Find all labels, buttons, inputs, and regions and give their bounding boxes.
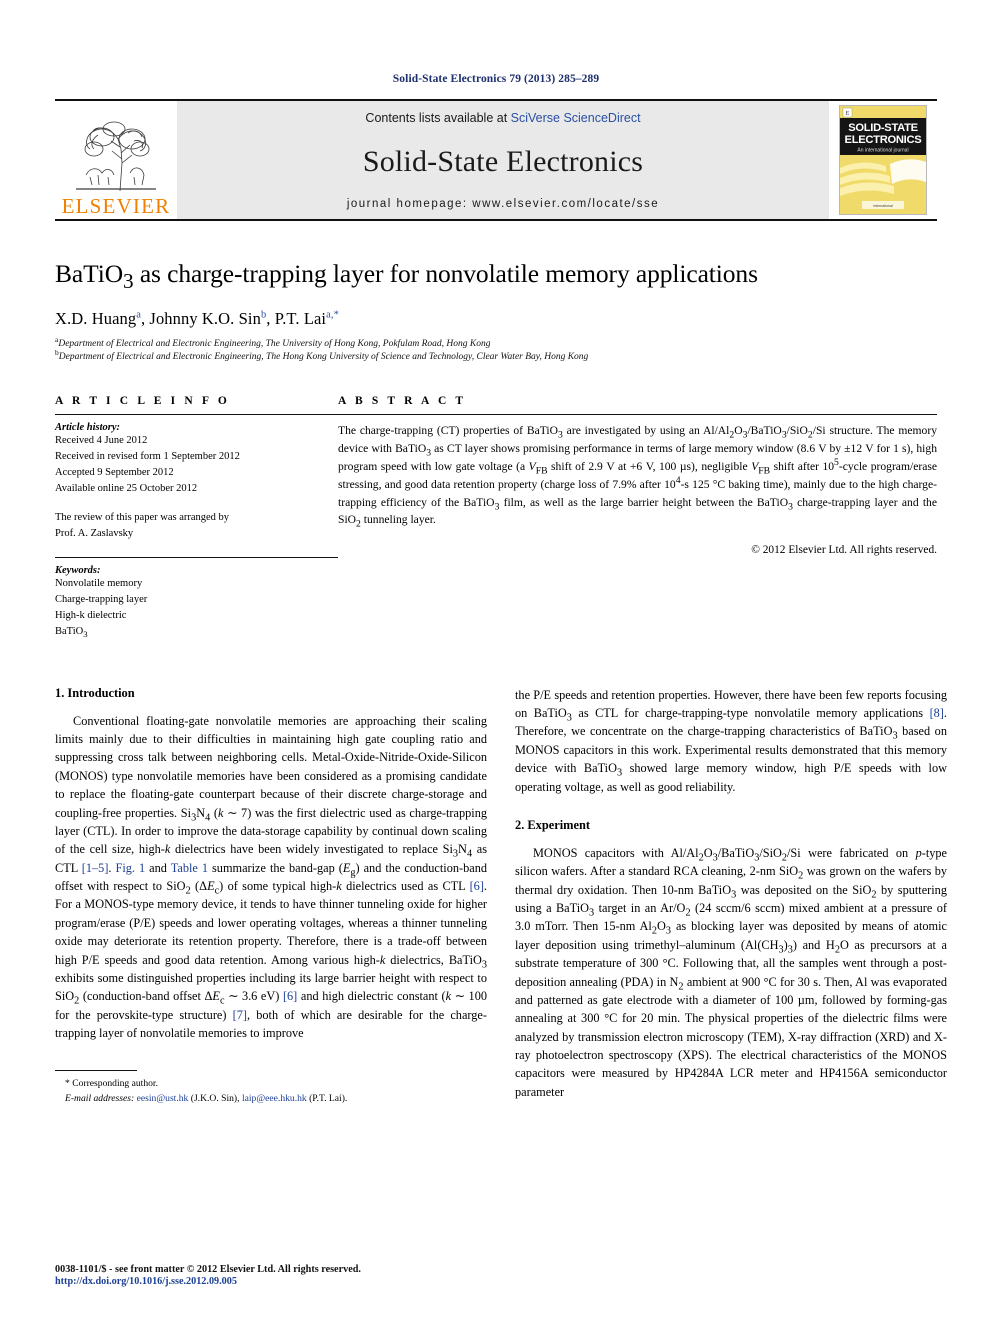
paragraph-experiment: MONOS capacitors with Al/Al2O3/BaTiO3/Si… — [515, 845, 947, 1099]
author-list: X.D. Huanga, Johnny K.O. Sinb, P.T. Laia… — [55, 309, 937, 329]
email-label: E-mail addresses: — [65, 1092, 135, 1104]
keyword-item: BaTiO3 — [55, 625, 88, 639]
svg-text:SOLID-STATE: SOLID-STATE — [848, 122, 918, 134]
sciencedirect-link[interactable]: SciVerse ScienceDirect — [511, 111, 641, 125]
article-info-column: A R T I C L E I N F O Article history: R… — [55, 395, 338, 640]
title-pre: BaTiO — [55, 259, 124, 288]
cover-artwork: E SOLID-STATE ELECTRONICS An internation… — [840, 106, 926, 214]
abstract-heading: A B S T R A C T — [338, 395, 467, 408]
email-owner-1: (J.K.O. Sin), — [188, 1092, 242, 1104]
title-sub: 3 — [123, 269, 134, 294]
body-columns: 1. Introduction Conventional floating-ga… — [55, 686, 947, 1107]
review-note-line1: The review of this paper was arranged by — [55, 511, 230, 523]
divider — [55, 414, 338, 416]
info-abstract-row: A R T I C L E I N F O Article history: R… — [55, 395, 937, 640]
divider — [55, 556, 338, 558]
paper-page: Solid-State Electronics 79 (2013) 285–28… — [0, 0, 992, 1323]
abstract-column: A B S T R A C T The charge-trapping (CT)… — [338, 395, 937, 640]
email-link-1[interactable]: eesin@ust.hk — [137, 1093, 189, 1104]
citation-ref[interactable]: [7] — [233, 1008, 247, 1022]
contents-available-line: Contents lists available at SciVerse Sci… — [365, 111, 640, 125]
body-column-right: the P/E speeds and retention properties.… — [515, 686, 947, 1107]
affiliation-list: aDepartment of Electrical and Electronic… — [55, 335, 937, 366]
email-link-2[interactable]: laip@eee.hku.hk — [242, 1093, 307, 1104]
review-note-line2: Prof. A. Zaslavsky — [55, 527, 134, 539]
journal-title: Solid-State Electronics — [362, 144, 644, 178]
cover-image: E SOLID-STATE ELECTRONICS An internation… — [839, 105, 927, 215]
article-history-label: Article history: — [55, 422, 121, 434]
divider — [338, 414, 937, 416]
citation-ref[interactable]: [6] — [470, 879, 484, 893]
journal-band: Contents lists available at SciVerse Sci… — [177, 101, 829, 219]
title-block: BaTiO3 as charge-trapping layer for nonv… — [55, 259, 937, 365]
email-addresses-note: E-mail addresses: eesin@ust.hk (J.K.O. S… — [65, 1092, 487, 1106]
author-name: Johnny K.O. Sin — [149, 308, 261, 328]
keyword-item: High-k dielectric — [55, 609, 127, 621]
page-title: BaTiO3 as charge-trapping layer for nonv… — [55, 259, 937, 294]
svg-text:international: international — [873, 204, 893, 208]
paragraph-introduction-continued: the P/E speeds and retention properties.… — [515, 687, 947, 794]
author-name: P.T. Lai — [274, 308, 327, 328]
abstract-copyright: © 2012 Elsevier Ltd. All rights reserved… — [751, 544, 937, 557]
keywords-label: Keywords: — [55, 564, 101, 576]
keyword-item: Charge-trapping layer — [55, 593, 148, 605]
author-sep: , — [266, 308, 275, 328]
table-ref-link[interactable]: Table 1 — [171, 861, 208, 875]
journal-homepage-link[interactable]: journal homepage: www.elsevier.com/locat… — [347, 198, 659, 210]
history-item: Received 4 June 2012 — [55, 435, 148, 447]
body-column-left: 1. Introduction Conventional floating-ga… — [55, 686, 487, 1107]
article-info-heading: A R T I C L E I N F O — [55, 395, 230, 408]
contents-prefix: Contents lists available at — [365, 111, 511, 125]
section-heading-introduction: 1. Introduction — [55, 685, 135, 700]
figure-ref-link[interactable]: Fig. 1 — [116, 861, 146, 875]
history-item: Received in revised form 1 September 201… — [55, 451, 240, 463]
footnote-divider — [55, 1070, 137, 1072]
elsevier-tree-icon — [76, 121, 156, 192]
affiliation-item: aDepartment of Electrical and Electronic… — [55, 335, 937, 352]
journal-cover-thumbnail: E SOLID-STATE ELECTRONICS An internation… — [829, 101, 937, 219]
section-heading-experiment: 2. Experiment — [515, 817, 591, 832]
journal-masthead: ELSEVIER Contents lists available at Sci… — [55, 99, 937, 221]
affiliation-text: Department of Electrical and Electronic … — [58, 338, 491, 349]
title-post: as charge-trapping layer for nonvolatile… — [133, 259, 758, 288]
footer-doi-link[interactable]: http://dx.doi.org/10.1016/j.sse.2012.09.… — [55, 1276, 555, 1287]
elsevier-logo: ELSEVIER — [55, 101, 177, 219]
corresponding-author-note: * Corresponding author. — [65, 1078, 158, 1090]
email-owner-2: (P.T. Lai). — [306, 1092, 348, 1104]
citation-ref[interactable]: [1–5] — [82, 861, 109, 875]
elsevier-wordmark: ELSEVIER — [61, 194, 171, 218]
keyword-item: Nonvolatile memory — [55, 577, 143, 589]
footer-copyright-line: 0038-1101/$ - see front matter © 2012 El… — [55, 1264, 361, 1275]
abstract-text: The charge-trapping (CT) properties of B… — [338, 424, 938, 530]
page-footer: 0038-1101/$ - see front matter © 2012 El… — [55, 1264, 555, 1287]
svg-text:ELECTRONICS: ELECTRONICS — [845, 134, 923, 146]
citation-ref[interactable]: [8] — [930, 706, 944, 720]
author-affil-mark: a,* — [326, 309, 339, 321]
author-name: X.D. Huang — [55, 308, 137, 328]
history-item: Accepted 9 September 2012 — [55, 467, 174, 479]
footnote-block: * Corresponding author. E-mail addresses… — [55, 1064, 487, 1106]
affiliation-item: bDepartment of Electrical and Electronic… — [55, 349, 937, 365]
affiliation-text: Department of Electrical and Electronic … — [58, 352, 589, 363]
svg-text:An international journal: An international journal — [857, 148, 908, 154]
history-item: Available online 25 October 2012 — [55, 482, 198, 494]
keywords-block: Keywords: Nonvolatile memory Charge-trap… — [55, 565, 338, 640]
citation-ref[interactable]: [6] — [283, 989, 297, 1003]
running-head: Solid-State Electronics 79 (2013) 285–28… — [392, 73, 600, 85]
svg-text:E: E — [846, 111, 850, 117]
paragraph-introduction: Conventional floating-gate nonvolatile m… — [55, 713, 488, 1041]
